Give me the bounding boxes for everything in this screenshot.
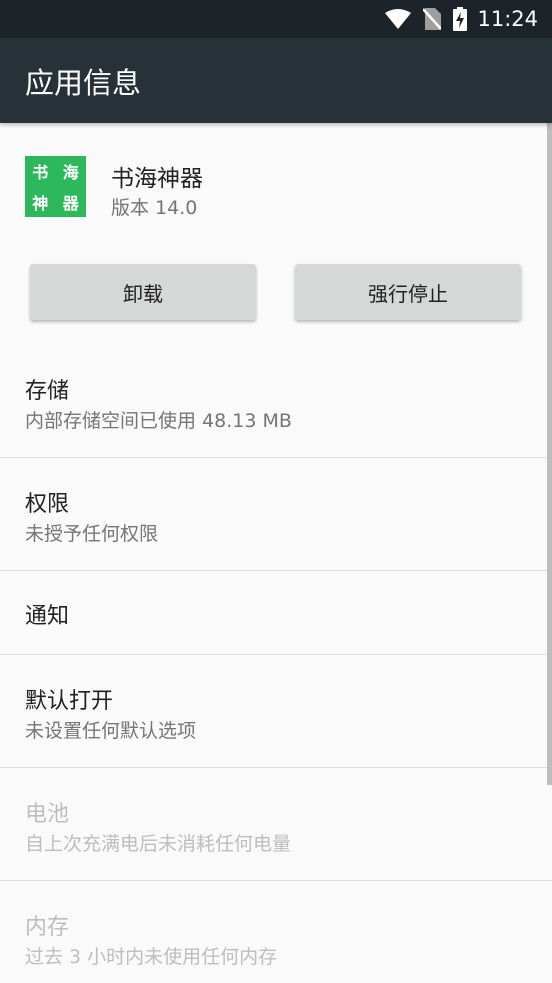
app-icon-char: 器: [62, 193, 79, 213]
app-name: 书海神器: [111, 166, 203, 192]
settings-item-summary: 未授予任何权限: [25, 523, 159, 545]
uninstall-button[interactable]: 卸载: [30, 264, 256, 320]
settings-item-storage[interactable]: 存储 内部存储空间已使用 48.13 MB: [0, 345, 552, 458]
settings-item-summary: 未设置任何默认选项: [25, 720, 197, 742]
settings-item-title: 存储: [25, 379, 70, 404]
settings-item-open-by-default[interactable]: 默认打开 未设置任何默认选项: [0, 655, 552, 768]
app-icon-char: 神: [32, 193, 49, 213]
settings-item-memory: 内存 过去 3 小时内未使用任何内存: [0, 881, 552, 983]
settings-item-permissions[interactable]: 权限 未授予任何权限: [0, 458, 552, 571]
no-sim-icon: [423, 8, 442, 30]
settings-item-title: 内存: [25, 915, 70, 940]
force-stop-button[interactable]: 强行停止: [295, 264, 521, 320]
scrollbar[interactable]: [547, 123, 552, 785]
settings-item-title: 通知: [25, 604, 70, 629]
settings-item-title: 权限: [25, 492, 70, 517]
app-icon-char: 海: [62, 163, 79, 183]
settings-item-title: 电池: [25, 802, 70, 827]
clock: 11:24: [477, 7, 538, 31]
app-icon-char: 书: [32, 163, 49, 183]
settings-item-summary: 自上次充满电后未消耗任何电量: [25, 833, 292, 855]
status-bar: 11:24: [0, 0, 552, 38]
app-bar: 应用信息: [0, 38, 552, 123]
settings-item-summary: 内部存储空间已使用 48.13 MB: [25, 410, 292, 432]
page-title: 应用信息: [25, 65, 142, 100]
app-icon: 书 海 神 器: [25, 156, 86, 217]
battery-charging-icon: [453, 7, 468, 31]
settings-item-battery: 电池 自上次充满电后未消耗任何电量: [0, 768, 552, 881]
settings-item-summary: 过去 3 小时内未使用任何内存: [25, 946, 278, 968]
app-header: 书 海 神 器 书海神器 版本 14.0: [0, 123, 552, 243]
settings-item-notifications[interactable]: 通知: [0, 571, 552, 655]
app-version: 版本 14.0: [111, 197, 198, 219]
settings-item-title: 默认打开: [25, 689, 114, 714]
wifi-icon: [385, 8, 412, 30]
